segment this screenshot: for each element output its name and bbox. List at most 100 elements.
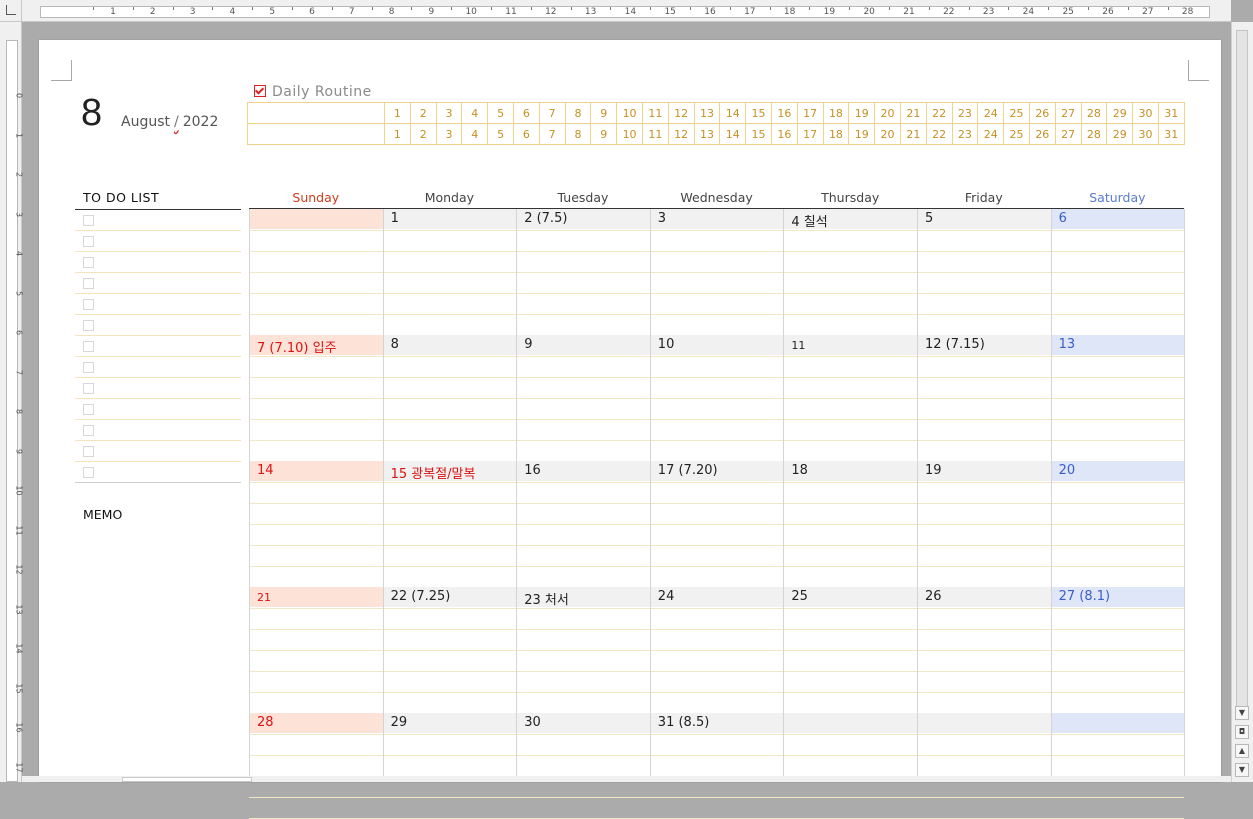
routine-day-cell[interactable]: 27 [1054, 102, 1082, 124]
routine-day-cell[interactable]: 13 [693, 123, 721, 145]
routine-day-cell[interactable]: 11 [641, 102, 669, 124]
document-page[interactable]: 8 August/2022 Daily Routine 1 2 3 4 5 6 7 8 9 10 1… [39, 40, 1221, 819]
ruler-corner-tab-selector[interactable] [0, 0, 22, 22]
routine-day-cell[interactable]: 28 [1080, 123, 1108, 145]
routine-day-cell[interactable]: 8 [564, 102, 592, 124]
calendar-day-cell[interactable]: 16 [517, 461, 650, 481]
calendar-day-cell[interactable]: 28 [250, 713, 383, 733]
routine-day-cell[interactable]: 15 [745, 102, 772, 124]
todo-item[interactable] [75, 378, 241, 399]
routine-day-cell[interactable]: 24 [977, 102, 1005, 124]
calendar-day-cell[interactable]: 12 (7.15) [918, 335, 1051, 355]
routine-day-cell[interactable]: 7 [538, 102, 566, 124]
routine-day-cell[interactable]: 4 [461, 102, 489, 124]
routine-day-cell[interactable]: 14 [719, 123, 747, 145]
calendar-day-cell[interactable]: 18 [784, 461, 917, 481]
routine-day-cell[interactable]: 5 [487, 102, 514, 124]
todo-item[interactable] [75, 315, 241, 336]
calendar-day-cell[interactable]: 30 [517, 713, 650, 733]
calendar-day-cell[interactable]: 6 [1051, 209, 1185, 229]
todo-item[interactable] [75, 231, 241, 252]
routine-day-cell[interactable]: 30 [1132, 123, 1159, 145]
routine-day-cell[interactable]: 10 [616, 102, 643, 124]
routine-day-cell[interactable]: 20 [874, 102, 901, 124]
calendar-day-cell[interactable] [784, 713, 917, 733]
todo-item[interactable] [75, 252, 241, 273]
routine-day-cell[interactable]: 18 [822, 102, 850, 124]
routine-day-cell[interactable]: 17 [796, 102, 824, 124]
horizontal-ruler-track[interactable]: 1 2 3 4 5 6 7 8 9 10 11 12 13 14 15 16 17 18 19 20 21 22 23 24 2… [40, 6, 1210, 18]
routine-day-cell[interactable]: 20 [874, 123, 901, 145]
scroll-down-icon[interactable]: ▼ [1235, 706, 1249, 720]
calendar-day-cell[interactable]: 19 [918, 461, 1051, 481]
routine-day-cell[interactable]: 31 [1157, 123, 1185, 145]
routine-day-cell[interactable]: 19 [848, 102, 876, 124]
routine-day-cell[interactable]: 28 [1080, 102, 1108, 124]
routine-name-cell[interactable] [247, 102, 385, 124]
calendar-day-cell[interactable]: 29 [383, 713, 517, 733]
todo-checkbox[interactable] [83, 383, 94, 394]
previous-page-icon[interactable]: ▲ [1235, 744, 1249, 758]
routine-day-cell[interactable]: 16 [770, 123, 798, 145]
calendar-day-cell[interactable]: 10 [650, 335, 784, 355]
routine-day-cell[interactable]: 29 [1106, 102, 1134, 124]
routine-day-cell[interactable]: 22 [925, 123, 953, 145]
routine-day-cell[interactable]: 30 [1132, 102, 1159, 124]
routine-day-cell[interactable]: 7 [538, 123, 566, 145]
calendar-day-cell[interactable]: 7 (7.10) 입주 [250, 335, 383, 356]
routine-day-cell[interactable]: 27 [1054, 123, 1082, 145]
todo-item[interactable] [75, 336, 241, 357]
vertical-ruler-track[interactable]: 0 1 2 3 4 5 6 7 8 9 10 11 12 13 14 15 16 17 [6, 40, 24, 782]
routine-day-cell[interactable]: 24 [977, 123, 1005, 145]
routine-day-cell[interactable]: 2 [409, 102, 437, 124]
routine-day-cell[interactable]: 5 [487, 123, 514, 145]
routine-day-cell[interactable]: 1 [384, 123, 411, 145]
todo-item[interactable] [75, 420, 241, 441]
routine-day-cell[interactable]: 10 [616, 123, 643, 145]
routine-day-cell[interactable]: 6 [512, 102, 540, 124]
routine-day-cell[interactable]: 14 [719, 102, 747, 124]
routine-day-cell[interactable]: 25 [1003, 102, 1030, 124]
todo-checkbox[interactable] [83, 215, 94, 226]
horizontal-ruler[interactable]: 1 2 3 4 5 6 7 8 9 10 11 12 13 14 15 16 17 18 19 20 21 22 23 24 2… [22, 0, 1231, 22]
calendar-day-cell[interactable] [250, 209, 383, 229]
routine-day-cell[interactable]: 26 [1028, 123, 1056, 145]
routine-day-cell[interactable]: 23 [951, 102, 979, 124]
calendar-day-cell[interactable]: 11 [784, 335, 917, 355]
routine-day-cell[interactable]: 9 [590, 123, 618, 145]
calendar-day-cell[interactable] [1051, 713, 1185, 733]
todo-checkbox[interactable] [83, 278, 94, 289]
calendar-day-cell[interactable]: 13 [1051, 335, 1185, 355]
todo-checkbox[interactable] [83, 467, 94, 478]
calendar-day-cell[interactable]: 31 (8.5) [650, 713, 784, 733]
todo-checkbox[interactable] [83, 320, 94, 331]
horizontal-scrollbar-thumb[interactable] [122, 777, 252, 782]
calendar-day-cell[interactable]: 1 [383, 209, 517, 229]
calendar-day-cell[interactable]: 15 광복절/말복 [383, 461, 517, 482]
calendar-day-cell[interactable]: 23 처서 [517, 587, 650, 608]
routine-day-cell[interactable]: 1 [384, 102, 411, 124]
todo-item[interactable] [75, 273, 241, 294]
routine-day-cell[interactable]: 18 [822, 123, 850, 145]
todo-checkbox[interactable] [83, 299, 94, 310]
routine-day-cell[interactable]: 22 [925, 102, 953, 124]
routine-day-cell[interactable]: 16 [770, 102, 798, 124]
todo-checkbox[interactable] [83, 362, 94, 373]
routine-day-cell[interactable]: 15 [745, 123, 772, 145]
daily-routine-checkbox[interactable] [254, 85, 266, 97]
routine-day-cell[interactable]: 3 [435, 123, 463, 145]
calendar-day-cell[interactable]: 22 (7.25) [383, 587, 517, 607]
calendar-day-cell[interactable]: 20 [1051, 461, 1185, 481]
todo-item[interactable] [75, 294, 241, 315]
todo-checkbox[interactable] [83, 404, 94, 415]
routine-day-cell[interactable]: 4 [461, 123, 489, 145]
horizontal-scrollbar[interactable] [22, 776, 1231, 782]
routine-day-cell[interactable]: 6 [512, 123, 540, 145]
calendar-day-cell[interactable] [918, 713, 1051, 733]
routine-day-cell[interactable]: 21 [899, 123, 927, 145]
routine-day-cell[interactable]: 25 [1003, 123, 1030, 145]
calendar-day-cell[interactable]: 5 [918, 209, 1051, 229]
vertical-scrollbar[interactable]: ▼ ◘ ▲ ▼ [1231, 22, 1253, 782]
routine-day-cell[interactable]: 8 [564, 123, 592, 145]
calendar-day-cell[interactable]: 8 [383, 335, 517, 355]
